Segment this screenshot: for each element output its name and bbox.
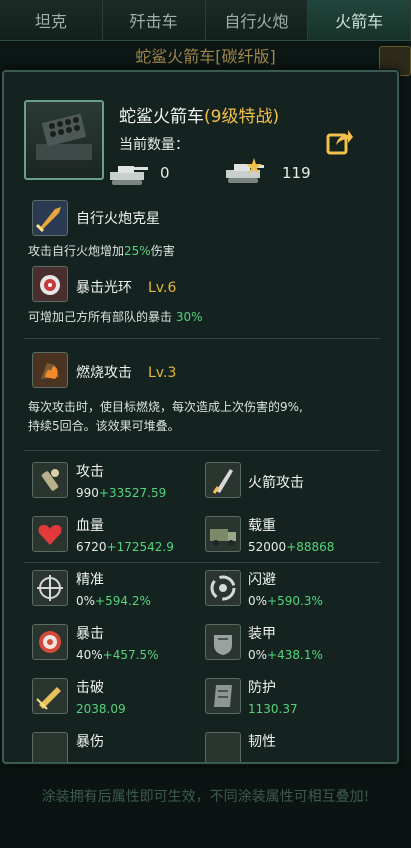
heart-icon xyxy=(32,516,68,552)
share-icon[interactable] xyxy=(326,127,354,155)
tab-tank-destroyer[interactable]: 歼击车 xyxy=(102,0,206,40)
tab-tank[interactable]: 坦克 xyxy=(0,0,103,40)
crosshair-icon xyxy=(32,570,68,606)
unit-portrait xyxy=(24,100,104,180)
stat-load-label: 载重 xyxy=(248,518,276,534)
stat-pierce-value: 2038.09 xyxy=(76,702,126,716)
pierce-icon xyxy=(32,678,68,714)
rocket-launcher-icon xyxy=(36,113,92,168)
skill-name-2: 暴击光环 Lv.6 xyxy=(76,280,177,296)
stat-toughness-label: 韧性 xyxy=(248,734,276,750)
toughness-icon xyxy=(205,732,241,762)
elite-count: 119 xyxy=(282,164,311,182)
skin-note: 涂装拥有后属性即可生效，不同涂装属性可相互叠加! xyxy=(41,789,370,805)
stat-pierce-label: 击破 xyxy=(76,680,104,696)
skill-name-1: 自行火炮克星 xyxy=(76,211,160,227)
skin-title: 蛇鲨火箭车[碳纤版] xyxy=(135,47,276,66)
crit-aura-icon xyxy=(32,266,68,302)
unit-name: 蛇鲨火箭车 xyxy=(119,107,204,127)
stat-rocket-attack-label: 火箭攻击 xyxy=(248,475,304,491)
armor-icon xyxy=(205,624,241,660)
tank-count-icon xyxy=(110,166,148,185)
stat-accuracy-label: 精准 xyxy=(76,572,104,588)
dodge-icon xyxy=(205,570,241,606)
stat-armor-value: 0%+438.1% xyxy=(248,648,323,662)
elite-tank-count-icon xyxy=(226,158,264,183)
shell-icon xyxy=(32,462,68,498)
tab-artillery[interactable]: 自行火炮 xyxy=(205,0,309,40)
tab-rocket[interactable]: 火箭车 xyxy=(308,0,411,40)
rocket-icon xyxy=(205,462,241,498)
skill-desc-3: 每次攻击时，使目标燃烧，每次造成上次伤害的9%, 持续5回合。该效果可堆叠。 xyxy=(28,400,303,433)
stat-crit-damage-label: 暴伤 xyxy=(76,734,104,750)
stat-armor-label: 装甲 xyxy=(248,626,276,642)
burn-attack-icon xyxy=(32,352,68,388)
stat-dodge-label: 闪避 xyxy=(248,572,276,588)
skill-name-3: 燃烧攻击 Lv.3 xyxy=(76,365,177,381)
crit-target-icon xyxy=(32,624,68,660)
unit-type-tabs: 坦克 歼击车 自行火炮 火箭车 xyxy=(0,0,411,41)
unit-grade: (9级特战) xyxy=(204,107,280,127)
stat-dodge-value: 0%+590.3% xyxy=(248,594,323,608)
skill-desc-1: 攻击自行火炮增加25%伤害 xyxy=(28,244,175,258)
skill-desc-2: 可增加己方所有部队的暴击 30% xyxy=(28,310,203,324)
stat-accuracy-value: 0%+594.2% xyxy=(76,594,151,608)
normal-count: 0 xyxy=(160,164,170,182)
shield-icon xyxy=(205,678,241,714)
unit-detail-popup: 蛇鲨火箭车(9级特战) 当前数量： 0 119 自行火炮克星 攻击自行火炮增加2… xyxy=(2,70,399,764)
divider xyxy=(24,338,380,339)
stat-defense-label: 防护 xyxy=(248,680,276,696)
stat-crit-value: 40%+457.5% xyxy=(76,648,159,662)
unit-title: 蛇鲨火箭车(9级特战) xyxy=(119,102,279,127)
divider xyxy=(24,562,380,563)
stat-defense-value: 1130.37 xyxy=(248,702,298,716)
stat-load-value: 52000+88868 xyxy=(248,540,335,554)
stat-crit-label: 暴击 xyxy=(76,626,104,642)
count-label: 当前数量： xyxy=(119,137,189,153)
stat-attack-value: 990+33527.59 xyxy=(76,486,167,500)
artillery-nemesis-icon xyxy=(32,200,68,236)
crit-damage-icon xyxy=(32,732,68,762)
stat-attack-label: 攻击 xyxy=(76,464,104,480)
truck-icon xyxy=(205,516,241,552)
divider xyxy=(24,450,380,451)
stat-hp-label: 血量 xyxy=(76,518,104,534)
stat-hp-value: 6720+172542.9 xyxy=(76,540,174,554)
